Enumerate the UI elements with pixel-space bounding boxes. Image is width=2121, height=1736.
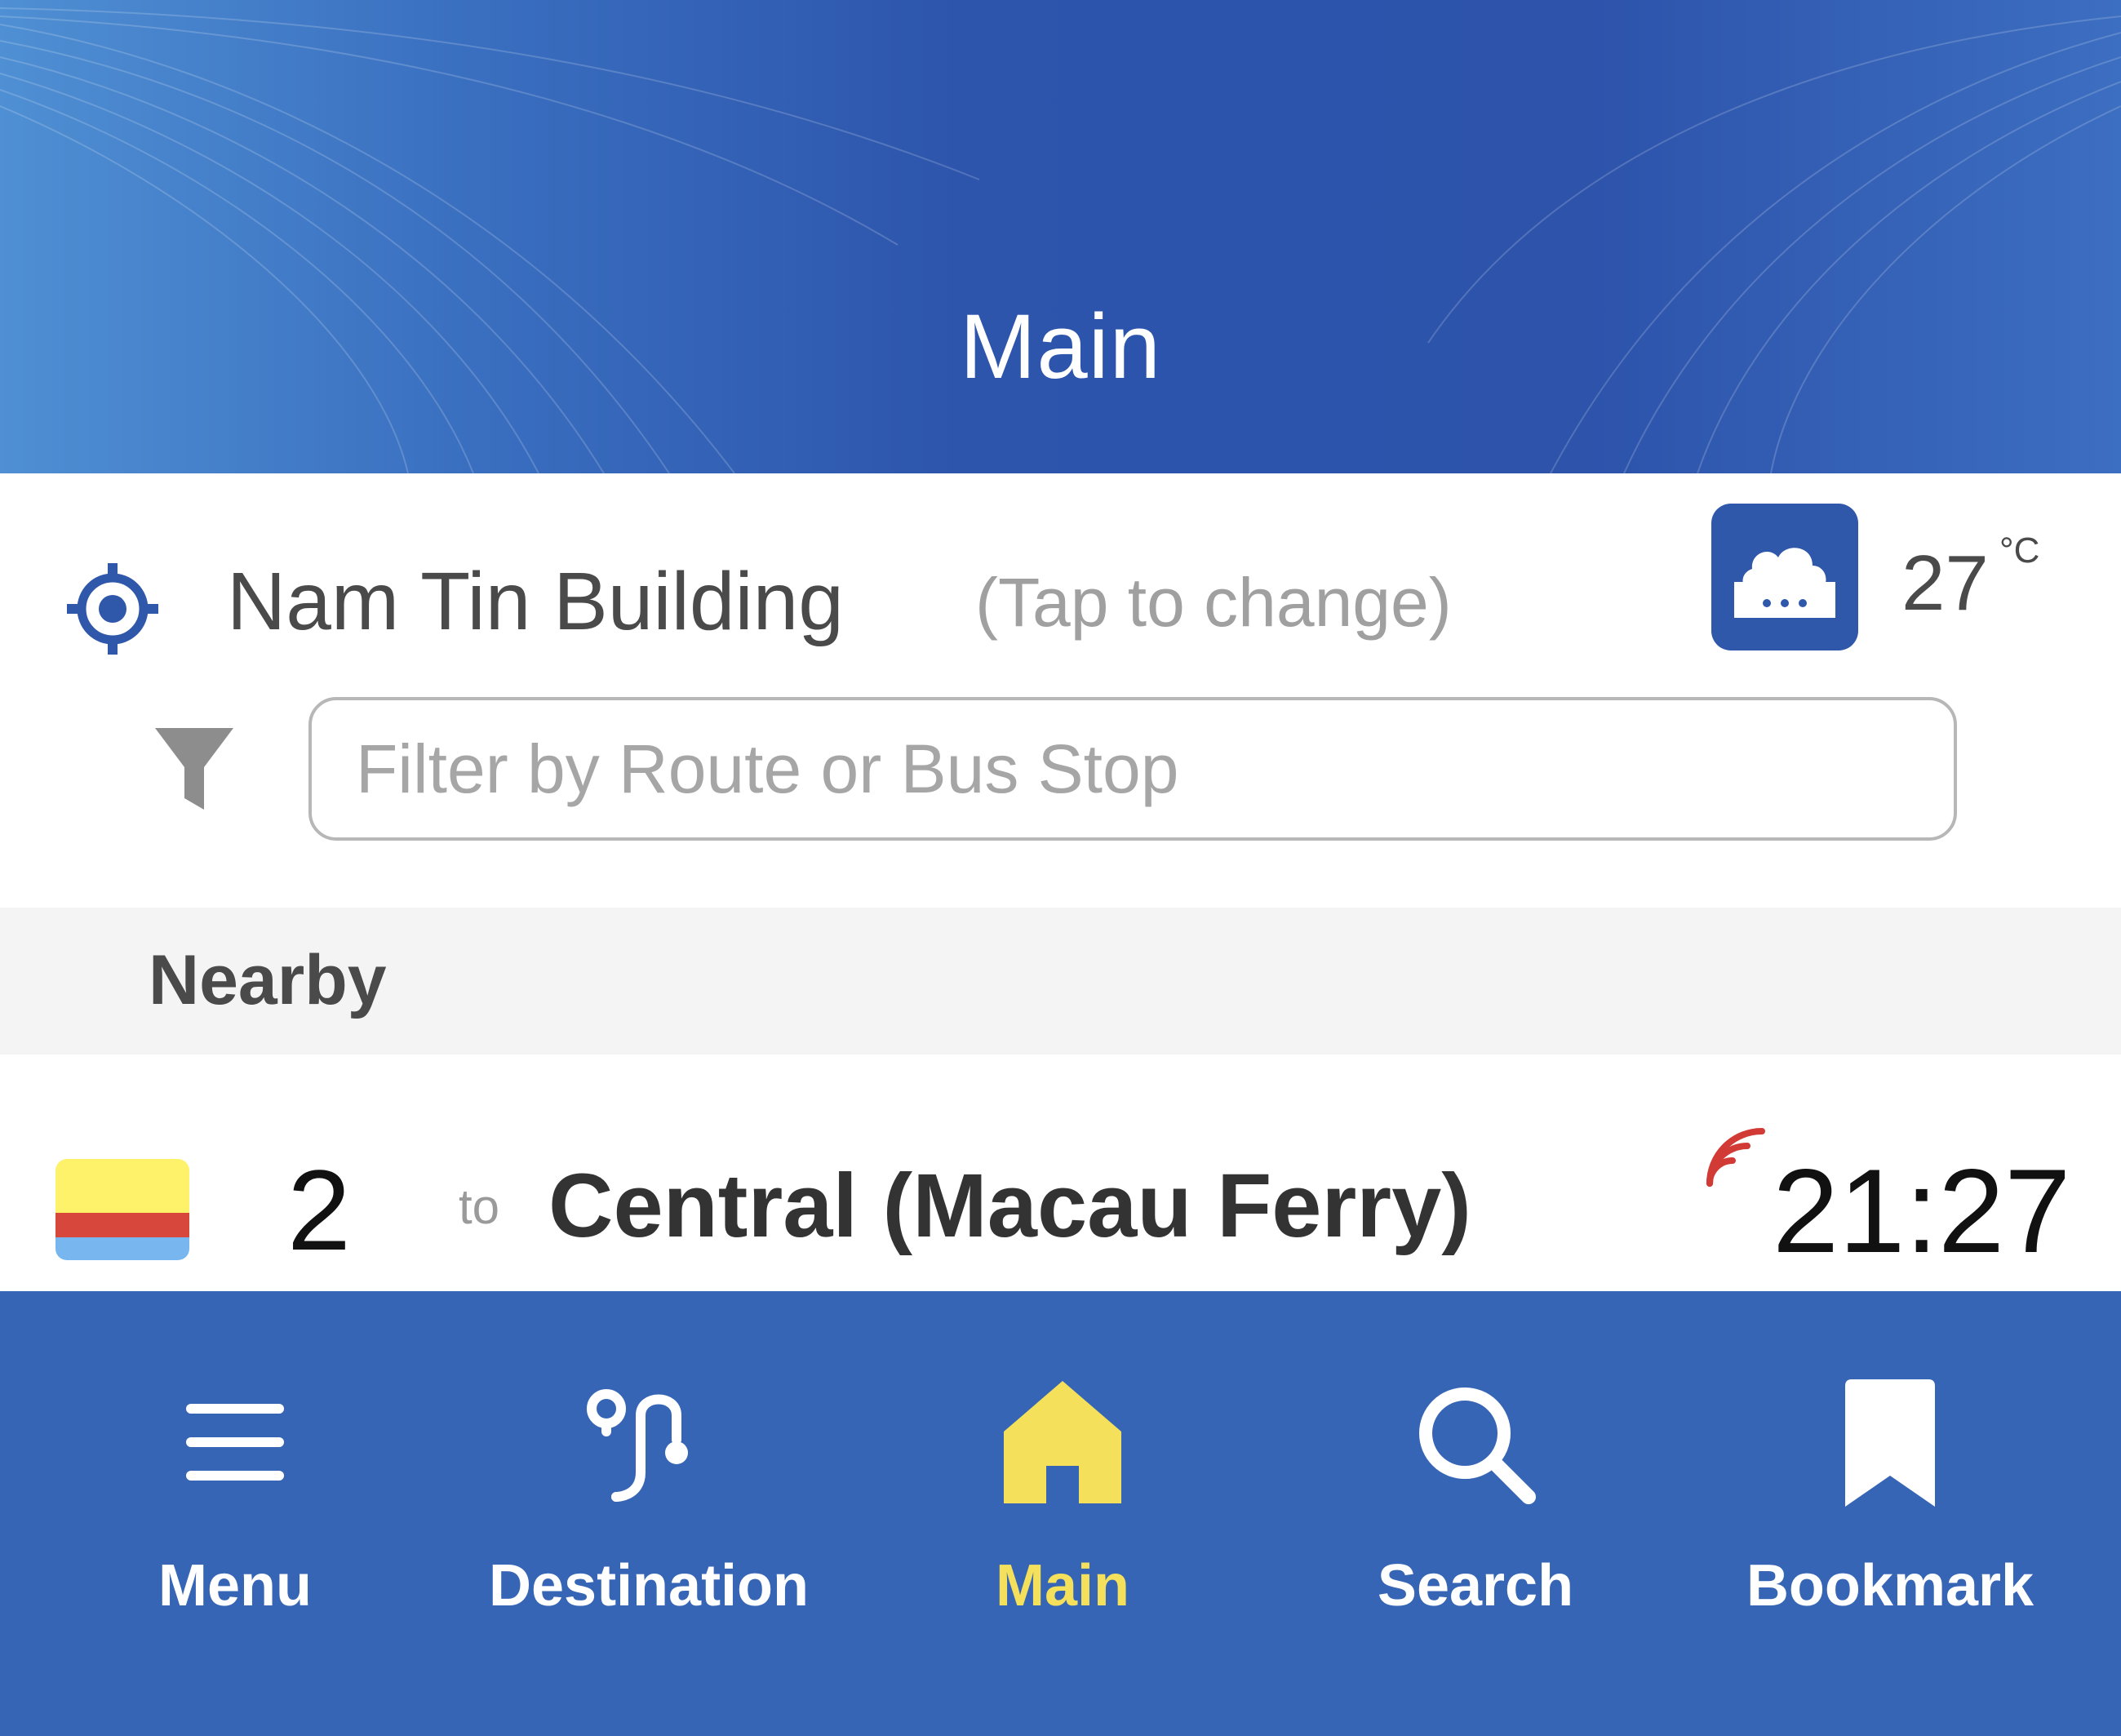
home-icon (1004, 1381, 1121, 1503)
tab-search-label: Search (1377, 1553, 1574, 1618)
rain-cloud-icon (1734, 548, 1835, 618)
bottom-tab-bar: Menu Destination Main Search Bookmark (0, 1291, 2121, 1736)
nearby-section-header: Nearby (0, 908, 2121, 1054)
tab-bookmark[interactable]: Bookmark (1686, 1291, 2094, 1736)
app-header: Main (0, 0, 2121, 473)
route-eta: 21:27 (1773, 1144, 2071, 1277)
filter-input[interactable] (308, 697, 1957, 841)
route-list-item[interactable]: 2 to Central (Macau Ferry) 21:27 (0, 1054, 2121, 1291)
tab-bookmark-label: Bookmark (1746, 1553, 2034, 1618)
temperature-value: 27 (1901, 539, 1989, 627)
tab-menu[interactable]: Menu (31, 1291, 439, 1736)
tab-main[interactable]: Main (859, 1291, 1267, 1736)
menu-icon (186, 1404, 284, 1481)
weather-button[interactable] (1711, 504, 1858, 650)
route-color-flag (55, 1159, 189, 1260)
header-wave-pattern (0, 7, 2121, 473)
tab-destination[interactable]: Destination (445, 1291, 853, 1736)
route-destination: Central (Macau Ferry) (548, 1156, 1471, 1256)
section-title: Nearby (149, 941, 387, 1019)
location-change-hint[interactable]: (Tap to change) (975, 563, 1452, 642)
live-signal-icon (1706, 1128, 1765, 1187)
bookmark-icon (1845, 1379, 1935, 1507)
tab-menu-label: Menu (158, 1553, 312, 1618)
route-to-label: to (459, 1179, 500, 1234)
filter-icon (155, 728, 233, 810)
search-icon (1419, 1387, 1536, 1504)
locate-target-icon[interactable] (65, 562, 160, 656)
temperature-unit: °C (1999, 531, 2040, 571)
tab-destination-label: Destination (488, 1553, 810, 1618)
location-name[interactable]: Nam Tin Building (227, 555, 844, 649)
tab-main-label: Main (995, 1553, 1129, 1618)
route-number: 2 (287, 1146, 351, 1274)
route-path-icon (587, 1389, 688, 1502)
page-title: Main (960, 295, 1161, 397)
tab-search[interactable]: Search (1271, 1291, 1679, 1736)
